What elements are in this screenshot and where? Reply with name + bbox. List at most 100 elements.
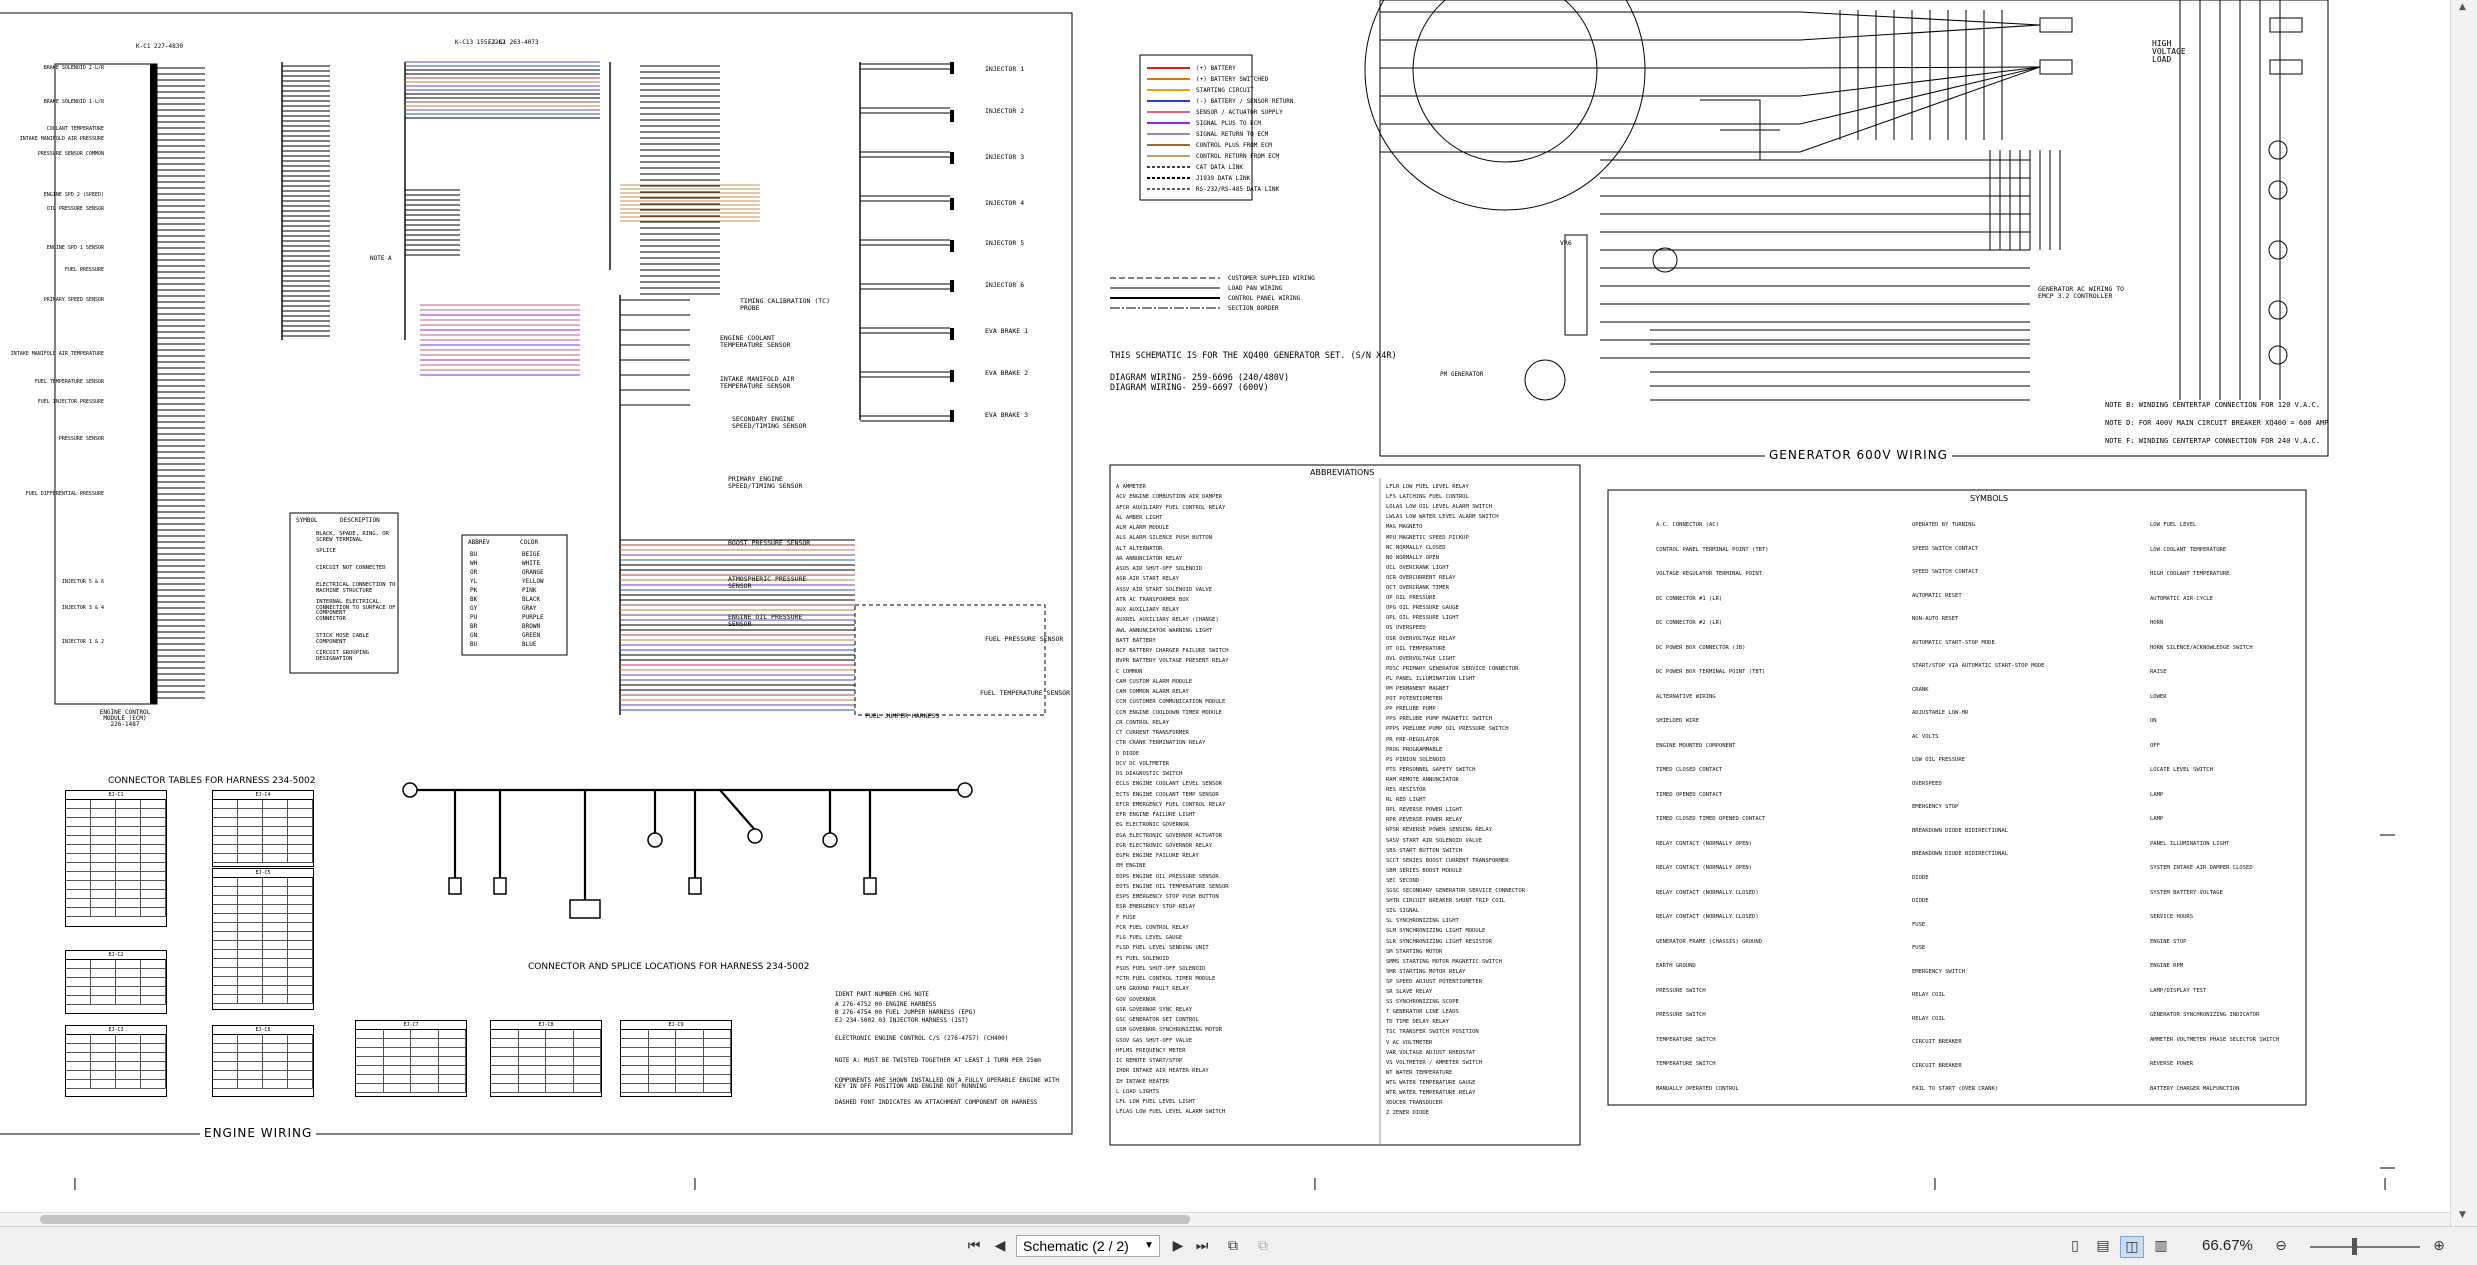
abbreviation-row: OS OVERSPEED xyxy=(1386,625,1426,632)
abbreviation-row: GSR GOVERNOR SYNC RELAY xyxy=(1116,1006,1193,1013)
abbreviation-row: FSOS FUEL SHUT-OFF SOLENOID xyxy=(1116,965,1206,972)
connector-table-row xyxy=(66,1035,166,1044)
abbreviation-row: GSC GENERATOR SET CONTROL xyxy=(1116,1017,1199,1023)
horizontal-scroll-thumb[interactable] xyxy=(40,1215,1190,1224)
first-page-icon[interactable]: ⏮ xyxy=(964,1236,984,1256)
abbreviation-row: LFS LATCHING FUEL CONTROL xyxy=(1386,494,1469,501)
symbol-row: TEMPERATURE SWITCH xyxy=(1656,1036,1716,1043)
symbol-row: EMERGENCY SWITCH xyxy=(1912,968,1965,975)
ecm-signal-label: PRESSURE SENSOR xyxy=(58,436,104,442)
horizontal-scrollbar[interactable] xyxy=(0,1212,2450,1227)
symbol-description: SPLICE xyxy=(316,548,336,554)
page-select[interactable]: Schematic (2 / 2) ▼ xyxy=(1016,1235,1160,1257)
vr6-label: VR6 xyxy=(1560,239,1572,247)
symbol-row: SPEED SWITCH CONTACT xyxy=(1912,569,1979,575)
pm-generator-label: PM GENERATOR xyxy=(1440,371,1484,378)
color-name: WHITE xyxy=(522,560,541,567)
abbreviation-row: SR SLAVE RELAY xyxy=(1386,989,1433,995)
prev-page-icon[interactable]: ◀ xyxy=(990,1236,1010,1256)
connector-table-row xyxy=(491,1084,601,1093)
connector-table-row xyxy=(66,1053,166,1062)
symbol-row: RELAY COIL xyxy=(1912,992,1946,998)
connector-table-row xyxy=(66,899,166,908)
symbol-description: INTERNAL ELECTRICAL CONNECTION TO SURFAC… xyxy=(316,599,396,616)
connector-table-row xyxy=(66,996,166,1005)
connector-table-row xyxy=(213,818,313,827)
zoom-slider-thumb[interactable] xyxy=(2352,1238,2357,1255)
zoom-level[interactable]: 66.67% xyxy=(2202,1237,2253,1254)
symbol-box-header-description: DESCRIPTION xyxy=(340,517,380,524)
harness-locations-title: CONNECTOR AND SPLICE LOCATIONS FOR HARNE… xyxy=(528,962,810,972)
connector-table-row xyxy=(66,881,166,890)
abbreviation-row: GFR GROUND FAULT RELAY xyxy=(1116,986,1189,993)
vertical-scrollbar[interactable]: ▲ ▼ xyxy=(2450,0,2477,1226)
legend-label: (+) BATTERY xyxy=(1196,65,1236,72)
abbreviation-row: SS SYNCHRONIZING SCOPE xyxy=(1386,999,1459,1006)
abbreviation-row: AL AMBER LIGHT xyxy=(1116,514,1163,521)
ecm-signal-label: COOLANT TEMPERATURE xyxy=(46,126,104,132)
connector-table-row xyxy=(356,1084,466,1093)
abbreviation-row: LFL LOW FUEL LEVEL LIGHT xyxy=(1116,1099,1196,1105)
zoom-out-icon[interactable]: ⊖ xyxy=(2270,1236,2292,1256)
symbol-row: FUSE xyxy=(1912,945,1926,951)
symbol-row: AC VOLTS xyxy=(1912,733,1939,740)
symbol-row: PRESSURE SWITCH xyxy=(1656,987,1706,994)
symbol-row: FAIL TO START (OVER CRANK) xyxy=(1912,1086,1999,1092)
scroll-down-icon[interactable]: ▼ xyxy=(2459,1210,2466,1220)
ecm-signal-label: FUEL TEMPERATURE SENSOR xyxy=(34,379,104,385)
connector-table-row xyxy=(213,854,313,863)
symbol-row: RELAY CONTACT (NORMALLY OPEN) xyxy=(1656,840,1753,847)
single-page-view-icon[interactable]: ▯ xyxy=(2064,1236,2086,1256)
engine-wiring-title: ENGINE WIRING xyxy=(200,1126,317,1140)
connector-table-row xyxy=(66,890,166,899)
abbreviation-row: SASV START AIR SOLENOID VALVE xyxy=(1386,837,1483,844)
connector-table-row xyxy=(213,800,313,809)
ecm-signal-label: ENGINE SPD 2 (SPEED) xyxy=(43,192,104,198)
scroll-up-icon[interactable]: ▲ xyxy=(2459,2,2466,12)
generator-title: GENERATOR 600V WIRING xyxy=(1765,448,1952,462)
last-page-icon[interactable]: ⏭ xyxy=(1192,1236,1212,1256)
color-abbrev: BU xyxy=(470,551,478,558)
zoom-slider[interactable] xyxy=(2310,1246,2420,1248)
abbreviation-row: POT POTENTIOMETER xyxy=(1386,696,1443,703)
color-name: PURPLE xyxy=(522,614,544,621)
copy-page-icon[interactable]: ⧉ xyxy=(1222,1236,1244,1256)
connector-table: EJ-C4 xyxy=(212,790,314,867)
connector-table-row xyxy=(213,959,313,968)
paste-page-icon[interactable]: ⧉ xyxy=(1252,1236,1274,1256)
connector-table-row xyxy=(213,1080,313,1089)
generator-note: NOTE D: FOR 400V MAIN CIRCUIT BREAKER XQ… xyxy=(2105,419,2329,427)
abbreviation-row: FS FUEL SOLENOID xyxy=(1116,955,1169,962)
connector-table-title: EJ-C6 xyxy=(213,1026,313,1035)
abbreviation-row: IHDR INTAKE AIR HEATER RELAY xyxy=(1116,1068,1209,1075)
component-label: PRIMARY ENGINE SPEED/TIMING SENSOR xyxy=(728,475,803,490)
abbreviation-row: AFCR AUXILIARY FUEL CONTROL RELAY xyxy=(1116,504,1226,511)
connector-table-row xyxy=(213,905,313,914)
two-page-view-icon[interactable]: ◫ xyxy=(2120,1236,2144,1258)
symbol-row: EMERGENCY STOP xyxy=(1912,804,1959,810)
abbreviation-row: PPPS PRELUBE PUMP OIL PRESSURE SWITCH xyxy=(1386,726,1509,733)
symbol-row: LAMP/DISPLAY TEST xyxy=(2150,987,2207,994)
injector-label: EVA BRAKE 1 xyxy=(985,327,1029,335)
component-label: ENGINE OIL PRESSURE SENSOR xyxy=(728,613,803,628)
color-box-header-abbrev: ABBREV xyxy=(468,539,490,546)
color-name: YELLOW xyxy=(522,578,544,585)
symbol-row: LOCATE LEVEL SWITCH xyxy=(2150,767,2213,773)
connector-table-row xyxy=(621,1084,731,1093)
abbreviation-row: EGFR ENGINE FAILURE RELAY xyxy=(1116,853,1199,859)
book-view-icon[interactable]: ▥ xyxy=(2150,1236,2172,1256)
abbreviation-row: NC NORMALLY CLOSED xyxy=(1386,544,1446,551)
symbol-description: STICK HOSE CABLE COMPONENT xyxy=(316,633,369,645)
generator-note: NOTE F: WINDING CENTERTAP CONNECTION FOR… xyxy=(2105,437,2320,445)
connector-table-row xyxy=(213,968,313,977)
zoom-in-icon[interactable]: ⊕ xyxy=(2428,1236,2450,1256)
legend-label: SIGNAL RETURN TO ECM xyxy=(1196,131,1269,138)
continuous-view-icon[interactable]: ▤ xyxy=(2092,1236,2114,1256)
abbreviation-row: EG ELECTRONIC GOVERNOR xyxy=(1116,822,1189,829)
abbreviation-row: DS DIAGNOSTIC SWITCH xyxy=(1116,771,1183,777)
connector-table-row xyxy=(356,1066,466,1075)
connector-table-row xyxy=(621,1057,731,1066)
symbol-row: BATTERY CHARGER MALFUNCTION xyxy=(2150,1085,2240,1092)
connector-table-row xyxy=(66,872,166,881)
next-page-icon[interactable]: ▶ xyxy=(1168,1236,1188,1256)
